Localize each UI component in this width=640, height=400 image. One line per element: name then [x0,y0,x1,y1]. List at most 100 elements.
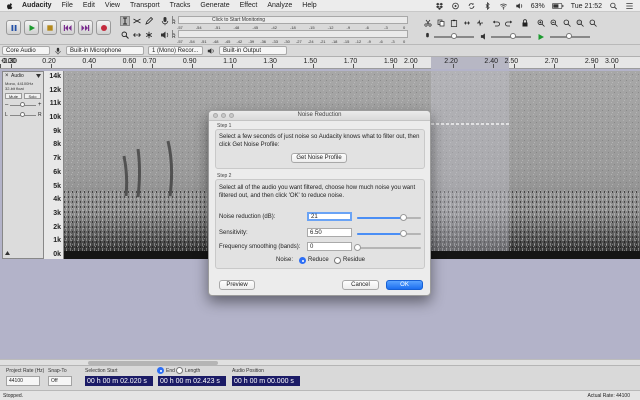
skip-to-start-button[interactable] [60,20,75,35]
skip-to-end-button[interactable] [78,20,93,35]
draw-tool[interactable] [144,16,154,26]
length-radio[interactable] [176,367,183,374]
noise-reduction-knob[interactable] [399,214,407,221]
selection-start-time[interactable]: 00 h 00 m 02.020 s [85,376,153,386]
frequency-scale[interactable]: 14k 12k 11k 10k 9k 8k 7k 6k 5k 4k 3k 2k 1k 0k [44,71,64,259]
output-device-select[interactable]: Built-in Output [219,46,287,55]
pause-button[interactable] [6,20,21,35]
menu-transport[interactable]: Transport [130,2,160,9]
menu-view[interactable]: View [105,2,120,9]
recording-meter-hint[interactable]: Click to Start Monitoring [212,17,266,23]
collapse-track-icon[interactable] [5,251,10,255]
multi-tool[interactable] [144,30,154,40]
input-channels-select[interactable]: 1 (Mono) Recor... [148,46,203,55]
menu-analyze[interactable]: Analyze [267,2,292,9]
stop-button[interactable] [42,20,57,35]
play-at-speed-button[interactable] [536,32,546,42]
track-name[interactable]: Audio [11,73,24,79]
undo-button[interactable] [491,18,501,28]
selection-tool[interactable] [120,16,130,26]
sync-icon[interactable] [467,2,476,10]
snap-to-select[interactable]: Off [48,376,72,386]
sensitivity-knob[interactable] [399,230,407,237]
preview-button[interactable]: Preview [219,280,255,290]
silence-button[interactable] [475,18,485,28]
apple-icon[interactable] [6,2,14,10]
cancel-button[interactable]: Cancel [342,280,379,290]
microphone-icon[interactable] [160,16,170,26]
speaker-icon[interactable] [160,30,170,40]
copy-button[interactable] [436,18,446,28]
track-close-icon[interactable]: × [5,73,9,79]
reduce-radio[interactable] [299,257,306,264]
menu-app-name[interactable]: Audacity [22,2,52,9]
play-speed-knob[interactable] [566,33,572,39]
residue-radio[interactable] [334,257,341,264]
volume-icon[interactable] [515,2,524,10]
get-noise-profile-button[interactable]: Get Noise Profile [291,153,347,163]
menu-tracks[interactable]: Tracks [170,2,191,9]
audio-host-select[interactable]: Core Audio [2,46,50,55]
menu-file[interactable]: File [62,2,73,9]
play-button[interactable] [24,20,39,35]
redo-button[interactable] [504,18,514,28]
menu-edit[interactable]: Edit [83,2,95,9]
asterisk-icon [145,31,153,39]
sync-lock-button[interactable] [520,18,530,28]
dialog-titlebar[interactable]: Noise Reduction [209,111,430,121]
end-radio[interactable] [157,367,164,374]
battery-icon[interactable] [551,2,564,10]
spotlight-search-icon[interactable] [609,2,618,10]
frequency-smoothing-input[interactable]: 0 [307,242,352,251]
record-button[interactable] [96,20,111,35]
fit-project-button[interactable] [575,18,585,28]
fit-selection-button[interactable] [562,18,572,28]
sensitivity-slider[interactable] [357,233,421,235]
selection-end-time[interactable]: 00 h 00 m 02.423 s [158,376,226,386]
bluetooth-icon[interactable] [483,2,492,10]
frequency-label: 1k [53,237,61,245]
zoom-toggle-button[interactable] [588,18,598,28]
track-pan-knob[interactable] [20,112,25,117]
zoom-out-button[interactable] [549,18,559,28]
noise-reduction-input[interactable]: 21 [307,212,352,221]
playback-meter[interactable] [178,30,408,38]
cut-button[interactable] [423,18,433,28]
timeline-ruler[interactable]: -0.30 0.00 0.20 0.40 0.60 0.70 0.90 1.10 1.30 1.5… [0,57,640,69]
project-rate-value: 44100 [9,378,23,384]
sensitivity-input[interactable]: 6.50 [307,228,352,237]
dropbox-icon[interactable] [435,2,444,10]
frequency-smoothing-slider[interactable] [357,247,421,249]
time-shift-tool[interactable] [132,30,142,40]
ok-button[interactable]: OK [386,280,423,290]
pan-right-label: R [38,112,42,118]
magnifier-icon [121,31,129,39]
paste-button[interactable] [449,18,459,28]
mute-button[interactable]: Mute [5,93,22,99]
circle-arrows-icon[interactable] [451,2,460,10]
track-gain-knob[interactable] [20,102,25,107]
track-menu-chevron-icon[interactable] [36,74,41,78]
project-rate-select[interactable]: 44100 [6,376,40,386]
input-device-select[interactable]: Built-in Microphone [66,46,144,55]
recording-volume-knob[interactable] [451,33,457,39]
notification-center-icon[interactable] [625,2,634,10]
audio-position-time[interactable]: 00 h 00 m 00.000 s [232,376,300,386]
zoom-out-icon [550,19,558,27]
menu-help[interactable]: Help [302,2,316,9]
playback-volume-knob[interactable] [510,33,516,39]
zoom-tool[interactable] [120,30,130,40]
menu-effect[interactable]: Effect [240,2,258,9]
solo-button[interactable]: Solo [24,93,41,99]
envelope-tool[interactable] [132,16,142,26]
frequency-smoothing-knob[interactable] [353,244,361,251]
trim-button[interactable] [462,18,472,28]
wifi-icon[interactable] [499,2,508,10]
ruler-tick [232,64,234,68]
clock[interactable]: Tue 21:52 [571,3,602,10]
track-control-panel[interactable]: × Audio Mono, 44100Hz 32-bit float Mute … [2,71,44,259]
noise-reduction-slider[interactable] [357,217,421,219]
zoom-in-button[interactable] [536,18,546,28]
menu-generate[interactable]: Generate [200,2,229,9]
noise-reduction-value: 21 [311,213,318,220]
